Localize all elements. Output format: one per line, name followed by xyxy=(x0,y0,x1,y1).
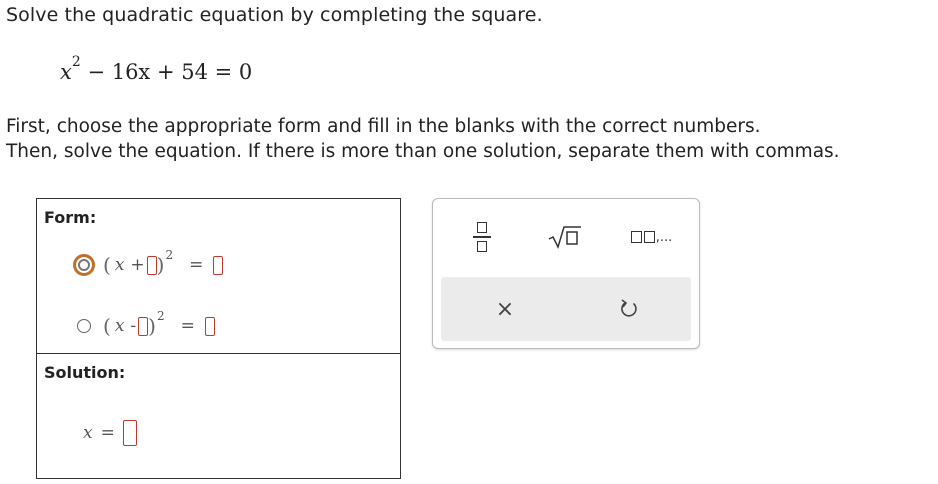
form-box: Form: ( x + ) 2 = ( x - ) 2 = xyxy=(36,198,401,354)
radio-minus[interactable] xyxy=(77,319,91,333)
blank-plus-constant[interactable] xyxy=(146,255,157,275)
open-paren: ( xyxy=(103,314,111,338)
list-box-2 xyxy=(643,231,655,243)
blank-plus-rhs[interactable] xyxy=(213,255,224,275)
question-prompt: Solve the quadratic equation by completi… xyxy=(6,4,543,26)
solution-box: Solution: x = xyxy=(36,353,401,479)
radio-plus[interactable] xyxy=(73,254,95,276)
form-variable: x xyxy=(114,316,125,336)
equation-exponent: 2 xyxy=(71,54,81,70)
solution-blank[interactable] xyxy=(122,420,137,446)
form-option-minus[interactable]: ( x - ) 2 = xyxy=(77,309,215,341)
fraction-bar xyxy=(473,236,491,238)
minus-sign: - xyxy=(130,316,137,336)
form-exponent: 2 xyxy=(165,248,174,262)
solution-equals: = xyxy=(100,423,115,443)
form-title: Form: xyxy=(44,208,97,227)
form-option-plus[interactable]: ( x + ) 2 = xyxy=(73,248,224,280)
plus-sign: + xyxy=(130,255,145,275)
close-paren: ) xyxy=(156,253,165,277)
form-variable: x xyxy=(114,255,125,275)
close-paren: ) xyxy=(148,314,156,338)
list-box-1 xyxy=(630,231,642,243)
equals-sign: = xyxy=(189,255,204,275)
instructions-line-2: Then, solve the equation. If there is mo… xyxy=(6,141,840,162)
form-expression-minus: ( x - ) 2 = xyxy=(103,309,215,338)
equals-sign: = xyxy=(180,316,195,336)
square-root-glyph xyxy=(548,226,581,250)
undo-icon[interactable] xyxy=(613,293,645,325)
solution-row: x = xyxy=(83,420,137,446)
form-expression-plus: ( x + ) 2 = xyxy=(103,248,224,277)
math-toolbox: ,... × xyxy=(432,198,700,349)
list-suffix: ,... xyxy=(655,229,673,245)
blank-minus-constant[interactable] xyxy=(138,316,149,336)
quadratic-equation: x2 − 16x + 54 = 0 xyxy=(60,54,253,84)
instructions: First, choose the appropriate form and f… xyxy=(6,114,840,164)
fraction-icon[interactable] xyxy=(471,217,493,257)
denominator-box xyxy=(477,240,487,252)
list-icon[interactable]: ,... xyxy=(621,223,681,251)
clear-icon[interactable]: × xyxy=(489,293,521,325)
blank-minus-rhs[interactable] xyxy=(204,316,215,336)
open-paren: ( xyxy=(103,253,111,277)
form-exponent: 2 xyxy=(156,309,165,323)
equation-rest: − 16x + 54 = 0 xyxy=(80,60,253,84)
square-root-icon[interactable] xyxy=(545,219,585,255)
solution-title: Solution: xyxy=(44,363,126,382)
undo-glyph xyxy=(621,299,637,317)
solution-variable: x xyxy=(83,423,93,443)
equation-variable: x xyxy=(60,60,72,84)
instructions-line-1: First, choose the appropriate form and f… xyxy=(6,116,761,137)
numerator-box xyxy=(477,222,487,234)
action-bar: × xyxy=(441,277,691,341)
